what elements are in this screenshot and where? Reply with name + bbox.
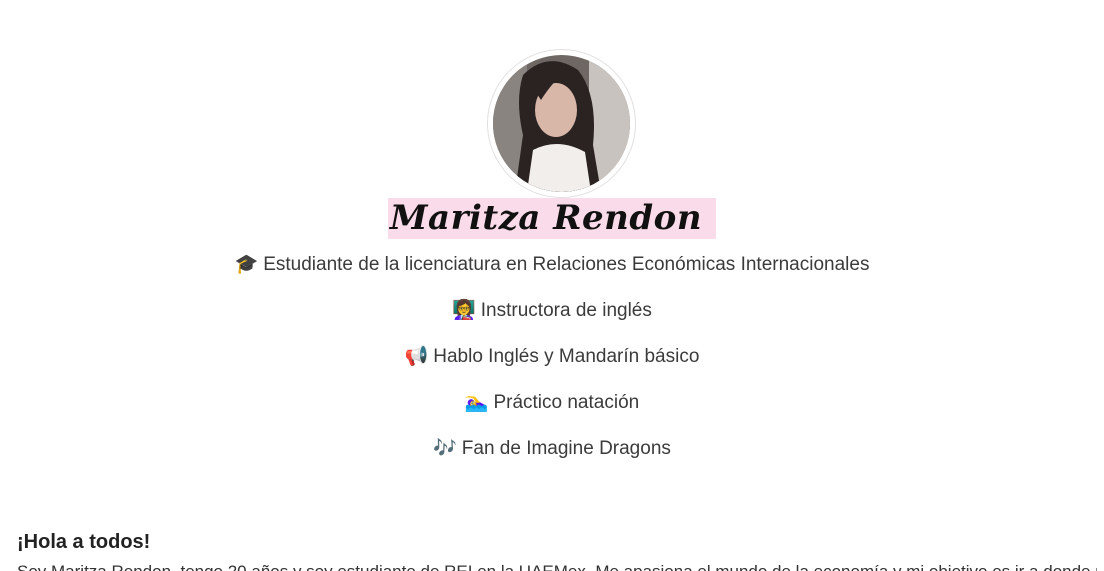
swimmer-icon: 🏊‍♀️ xyxy=(464,391,489,413)
profile-name: Maritza Rendon xyxy=(387,198,717,239)
intro-paragraph: Soy Maritza Rendon, tengo 20 años y soy … xyxy=(17,561,1097,571)
profile-page: Maritza Rendon 🎓 Estudiante de la licenci… xyxy=(0,0,1104,571)
name-container: Maritza Rendon xyxy=(0,198,1104,239)
avatar-photo xyxy=(493,55,630,192)
fact-text: Fan de Imagine Dragons xyxy=(461,438,671,459)
intro-heading: ¡Hola a todos! xyxy=(17,531,151,553)
avatar-frame xyxy=(487,49,636,198)
teacher-icon: 👩‍🏫 xyxy=(452,299,476,321)
fact-item-music: 🎶 Fan de Imagine Dragons xyxy=(0,434,1104,480)
fact-text: Instructora de inglés xyxy=(480,300,652,321)
fact-item-swimming: 🏊‍♀️ Práctico natación xyxy=(0,388,1104,434)
megaphone-icon: 📢 xyxy=(404,345,429,367)
fact-text: Práctico natación xyxy=(493,392,640,413)
fact-text: Estudiante de la licenciatura en Relacio… xyxy=(263,254,870,275)
music-notes-icon: 🎶 xyxy=(433,437,457,459)
fact-item-languages: 📢 Hablo Inglés y Mandarín básico xyxy=(0,342,1104,388)
graduation-cap-icon: 🎓 xyxy=(234,253,259,275)
facts-list: 🎓 Estudiante de la licenciatura en Relaci… xyxy=(0,250,1104,480)
fact-text: Hablo Inglés y Mandarín básico xyxy=(433,346,700,367)
avatar xyxy=(493,55,630,192)
fact-item-studies: 🎓 Estudiante de la licenciatura en Relaci… xyxy=(0,250,1104,296)
fact-item-teacher: 👩‍🏫 Instructora de inglés xyxy=(0,296,1104,342)
